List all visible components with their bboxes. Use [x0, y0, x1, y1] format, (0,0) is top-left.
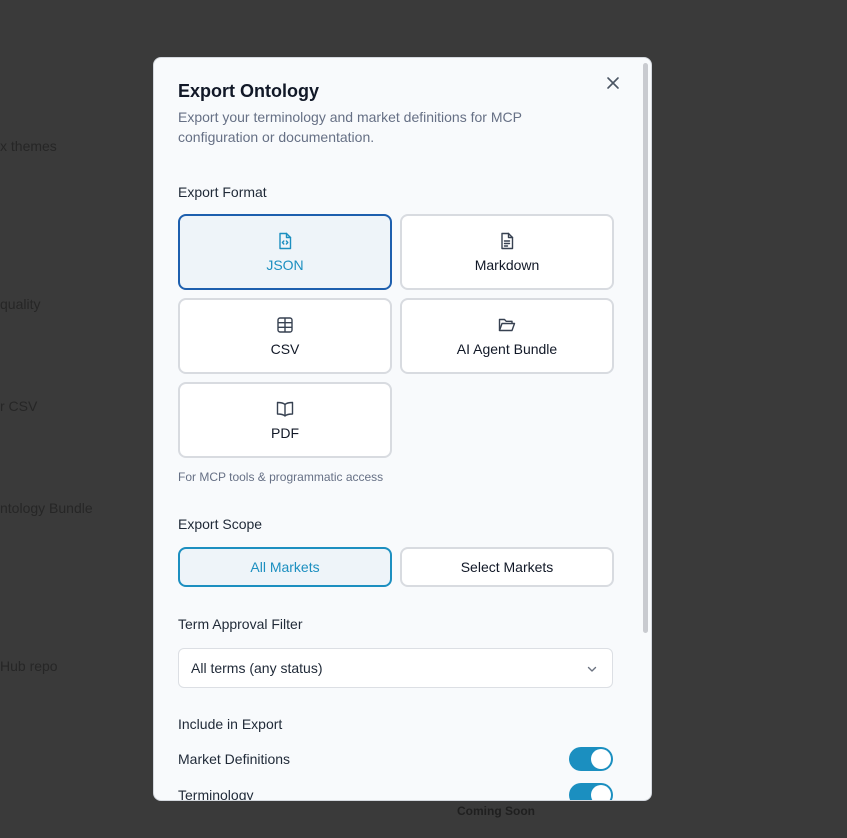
- term-approval-value: All terms (any status): [191, 660, 323, 676]
- format-option-label: PDF: [271, 425, 299, 441]
- background-item: quality: [0, 296, 41, 312]
- export-scope-label: Export Scope: [178, 516, 263, 532]
- format-option-label: CSV: [270, 341, 300, 357]
- table-icon: [277, 317, 293, 333]
- format-option-csv[interactable]: CSV: [178, 298, 392, 374]
- include-label: Include in Export: [178, 716, 283, 732]
- dialog-subtitle: Export your terminology and market defin…: [178, 109, 522, 145]
- dialog-title: Export Ontology: [178, 81, 319, 101]
- format-option-markdown[interactable]: Markdown: [400, 214, 614, 290]
- format-hint: For MCP tools & programmatic access: [178, 470, 384, 484]
- book-open-icon: [276, 401, 294, 417]
- chevron-down-icon: [587, 666, 597, 672]
- toggle-knob: [591, 785, 611, 800]
- format-option-label: Markdown: [474, 257, 540, 273]
- term-approval-select[interactable]: All terms (any status): [178, 648, 613, 688]
- terminology-toggle[interactable]: [569, 783, 613, 800]
- file-text-icon: [501, 232, 514, 250]
- background-item: Hub repo: [0, 658, 58, 674]
- format-option-label: JSON: [266, 257, 304, 273]
- background-item: r CSV: [0, 398, 38, 414]
- format-option-label: AI Agent Bundle: [456, 341, 558, 357]
- coming-soon-label: Coming Soon: [457, 804, 535, 818]
- include-market-definitions-label: Market Definitions: [178, 751, 291, 767]
- background-item: ntology Bundle: [0, 500, 93, 516]
- file-code-icon: [279, 232, 292, 250]
- close-icon: [607, 77, 619, 89]
- scope-select-markets-button[interactable]: Select Markets: [400, 547, 614, 587]
- export-format-label: Export Format: [178, 184, 267, 200]
- format-option-pdf[interactable]: PDF: [178, 382, 392, 458]
- scrollbar-thumb[interactable]: [643, 63, 648, 633]
- close-button[interactable]: [603, 73, 623, 93]
- include-terminology-label: Terminology: [178, 787, 254, 801]
- export-ontology-dialog: Export Ontology Export your terminology …: [153, 57, 652, 801]
- background-item: x themes: [0, 138, 57, 154]
- scope-all-markets-button[interactable]: All Markets: [178, 547, 392, 587]
- market-definitions-toggle[interactable]: [569, 747, 613, 771]
- format-option-ai-agent-bundle[interactable]: AI Agent Bundle: [400, 298, 614, 374]
- format-option-json[interactable]: JSON: [178, 214, 392, 290]
- toggle-knob: [591, 749, 611, 769]
- term-filter-label: Term Approval Filter: [178, 616, 303, 632]
- folder-open-icon: [498, 318, 516, 332]
